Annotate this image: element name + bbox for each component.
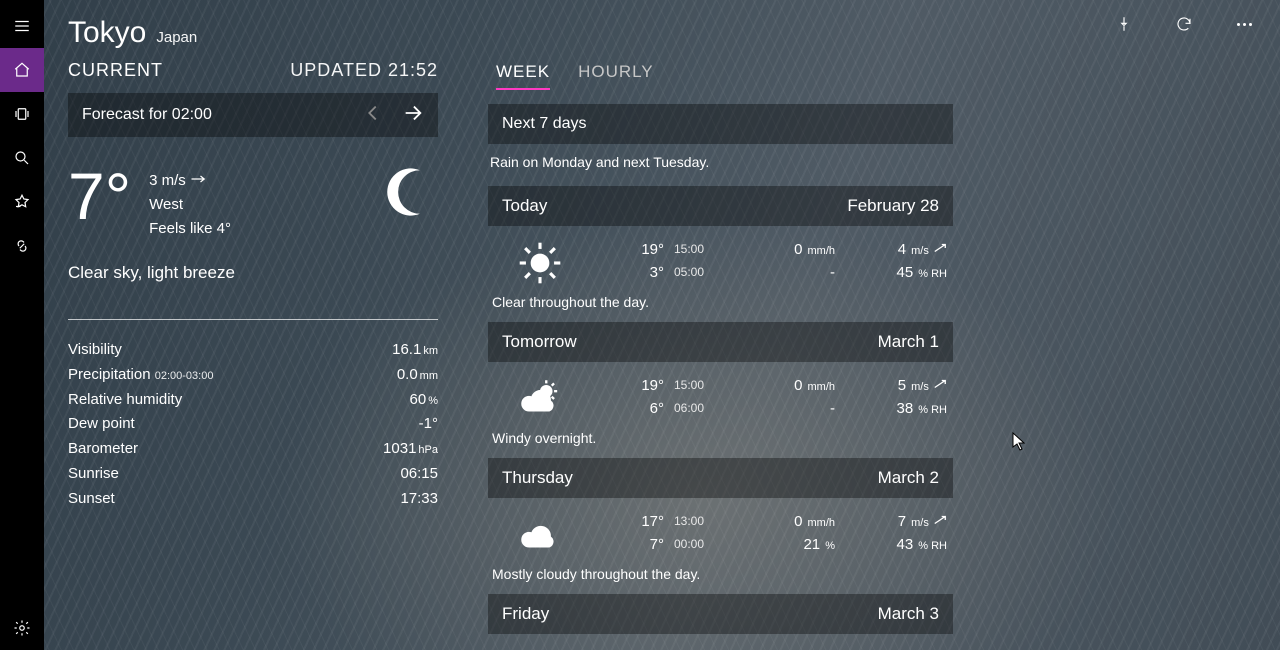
forecast-tabs: WEEK HOURLY — [496, 62, 953, 90]
nav-link[interactable] — [0, 224, 44, 268]
day-date: March 3 — [878, 604, 939, 624]
stat-value: 16.1km — [392, 338, 438, 363]
stat-label: Precipitation 02:00-03:00 — [68, 363, 213, 388]
weather-icon — [490, 374, 590, 424]
current-heading: CURRENT — [68, 60, 163, 81]
current-temp: 7° — [68, 163, 131, 229]
day-date: March 2 — [878, 468, 939, 488]
stat-label: Sunrise — [68, 462, 119, 487]
content-area: Tokyo Japan CURRENT UPDATED 21:52 Foreca… — [44, 0, 1280, 650]
day-block[interactable]: Today February 28 19°3° 15:0005:00 0 mm/… — [488, 186, 953, 312]
day-name: Today — [502, 196, 547, 216]
stat-label: Relative humidity — [68, 388, 182, 413]
week-subtitle: Rain on Monday and next Tuesday. — [488, 144, 953, 176]
wind-speed: 3 m/s — [149, 172, 186, 189]
stat-label: Visibility — [68, 338, 122, 363]
stat-value: -1° — [419, 412, 438, 437]
wind-arrow-icon — [933, 513, 947, 530]
location-country: Japan — [156, 29, 197, 46]
day-date: March 1 — [878, 332, 939, 352]
stat-label: Dew point — [68, 412, 135, 437]
day-description: Mostly cloudy throughout the day. — [490, 560, 947, 582]
forecast-bar: Forecast for 02:00 — [68, 93, 438, 137]
tab-week[interactable]: WEEK — [496, 62, 550, 90]
hamburger-icon[interactable] — [0, 4, 44, 48]
stat-label: Barometer — [68, 437, 138, 462]
location-header: Tokyo Japan — [68, 16, 1256, 50]
updated-label: UPDATED 21:52 — [290, 60, 438, 81]
stat-value: 60% — [410, 388, 438, 413]
day-name: Tomorrow — [502, 332, 577, 352]
day-wind: 7 m/s 43 % RH — [839, 510, 947, 557]
nav-locations[interactable] — [0, 92, 44, 136]
wind-direction-icon — [190, 169, 208, 193]
day-precip: 0 mm/h - — [727, 374, 835, 421]
stat-value: 17:33 — [400, 487, 438, 512]
nav-favorites[interactable] — [0, 180, 44, 224]
day-times: 15:0005:00 — [668, 238, 723, 285]
stats-list: Visibility 16.1km Precipitation 02:00-03… — [68, 338, 438, 511]
day-name: Friday — [502, 604, 549, 624]
day-precip: 0 mm/h 21 % — [727, 510, 835, 557]
day-header: Thursday March 2 — [488, 458, 953, 498]
day-times: 13:0000:00 — [668, 510, 723, 557]
day-block[interactable]: Friday March 3 — [488, 594, 953, 634]
day-wind: 5 m/s 38 % RH — [839, 374, 947, 421]
weather-icon — [490, 238, 590, 288]
day-precip: 0 mm/h - — [727, 238, 835, 285]
day-header: Today February 28 — [488, 186, 953, 226]
day-temps: 17°7° — [594, 510, 664, 557]
divider — [68, 319, 438, 320]
wind-arrow-icon — [933, 377, 947, 394]
tab-hourly[interactable]: HOURLY — [578, 62, 654, 90]
current-summary: Clear sky, light breeze — [68, 263, 438, 283]
forecast-prev-button[interactable] — [362, 102, 384, 129]
day-temps: 19°3° — [594, 238, 664, 285]
day-name: Thursday — [502, 468, 573, 488]
nav-home[interactable] — [0, 48, 44, 92]
day-date: February 28 — [847, 196, 939, 216]
stat-value: 1031hPa — [383, 437, 438, 462]
sidebar — [0, 0, 44, 650]
stat-label: Sunset — [68, 487, 115, 512]
wind-direction: West — [149, 193, 231, 217]
forecast-next-button[interactable] — [402, 102, 424, 129]
forecast-time-label: Forecast for 02:00 — [82, 106, 212, 124]
location-city: Tokyo — [68, 16, 146, 50]
nav-search[interactable] — [0, 136, 44, 180]
day-block[interactable]: Thursday March 2 17°7° 13:0000:00 0 mm/h… — [488, 458, 953, 584]
day-wind: 4 m/s 45 % RH — [839, 238, 947, 285]
day-description: Clear throughout the day. — [490, 288, 947, 310]
day-description: Windy overnight. — [490, 424, 947, 446]
day-header: Tomorrow March 1 — [488, 322, 953, 362]
wind-arrow-icon — [933, 241, 947, 258]
day-temps: 19°6° — [594, 374, 664, 421]
day-header: Friday March 3 — [488, 594, 953, 634]
weather-icon — [490, 510, 590, 560]
current-details: 3 m/s West Feels like 4° — [149, 169, 231, 241]
stat-value: 06:15 — [400, 462, 438, 487]
stat-value: 0.0mm — [397, 363, 438, 388]
day-times: 15:0006:00 — [668, 374, 723, 421]
nav-settings[interactable] — [0, 606, 44, 650]
feels-like: Feels like 4° — [149, 217, 231, 241]
week-title: Next 7 days — [488, 104, 953, 144]
moon-icon — [380, 163, 438, 226]
day-block[interactable]: Tomorrow March 1 19°6° 15:0006:00 0 mm/h… — [488, 322, 953, 448]
